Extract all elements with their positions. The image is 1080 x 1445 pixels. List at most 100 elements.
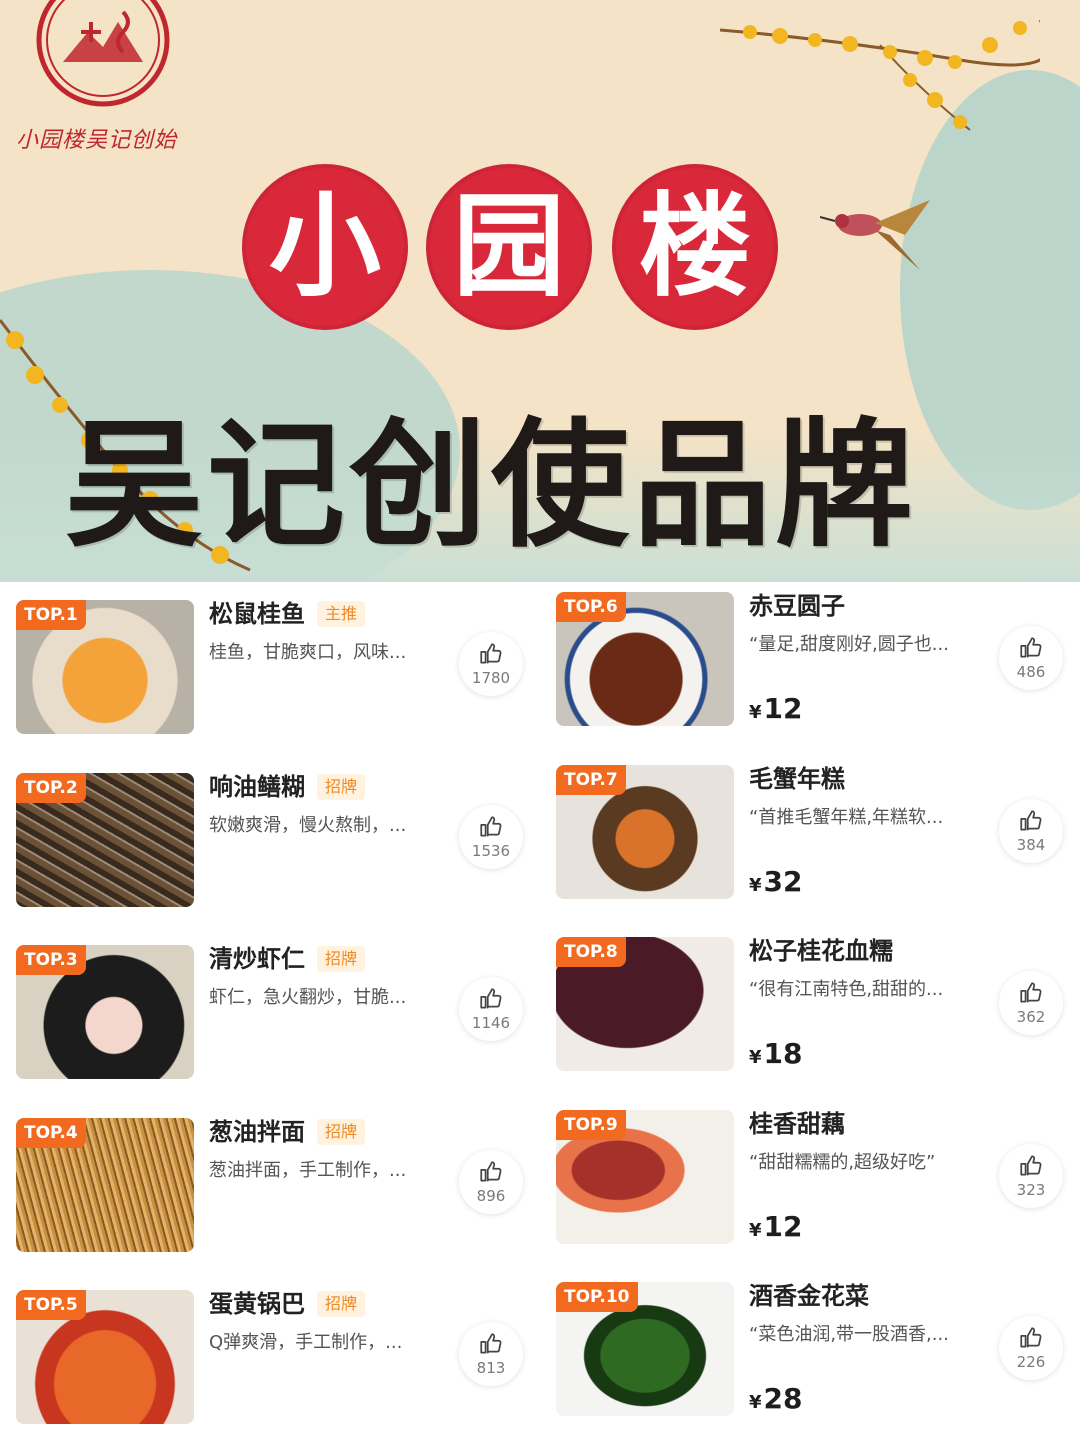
dish-name[interactable]: 蛋黄锅巴 招牌 (209, 1288, 366, 1320)
dish-photo[interactable]: TOP.5 (16, 1290, 194, 1424)
like-button[interactable]: 384 (999, 798, 1063, 863)
seal-caption: 小园楼吴记创始 (16, 128, 178, 153)
dish-photo[interactable]: TOP.1 (16, 600, 194, 734)
dish-name[interactable]: 清炒虾仁 招牌 (209, 943, 366, 975)
dish-description: 软嫩爽滑，慢火熬制，... (209, 814, 407, 836)
thumbs-up-icon (1020, 637, 1042, 658)
thumbs-up-icon (1020, 982, 1042, 1003)
like-count: 226 (1016, 1353, 1046, 1371)
dish-review: “首推毛蟹年糕,年糕软... (749, 806, 944, 828)
dish-item[interactable]: TOP.7 毛蟹年糕 “首推毛蟹年糕,年糕软... ¥32 384 (540, 755, 1080, 928)
like-count: 323 (1016, 1180, 1046, 1199)
rank-badge: TOP.4 (16, 1117, 86, 1148)
like-button[interactable]: 1146 (459, 977, 523, 1041)
dish-item[interactable]: TOP.5 蛋黄锅巴 招牌 Q弹爽滑，手工制作，... 813 (0, 1272, 540, 1445)
rank-badge: TOP.2 (16, 772, 86, 803)
thumbs-up-icon (480, 815, 502, 837)
thumbs-up-icon (480, 1160, 502, 1182)
title-char-3: 楼 (612, 164, 778, 330)
rank-badge: TOP.5 (16, 1290, 86, 1320)
like-count: 384 (1016, 835, 1046, 854)
dish-price: ¥12 (749, 1209, 803, 1243)
dish-name[interactable]: 松子桂花血糯 (749, 935, 893, 967)
like-button[interactable]: 323 (999, 1143, 1063, 1208)
dish-tag: 主推 (317, 601, 366, 627)
dish-item[interactable]: TOP.2 响油鳝糊 招牌 软嫩爽滑，慢火熬制，... 1536 (0, 755, 540, 928)
dish-name[interactable]: 响油鳝糊 招牌 (209, 771, 366, 803)
dish-price: ¥32 (749, 864, 803, 898)
dish-review: “甜甜糯糯的,超级好吃” (749, 1151, 936, 1173)
dish-review: “菜色油润,带一股酒香,... (749, 1324, 949, 1345)
dish-photo[interactable]: TOP.10 (556, 1282, 734, 1416)
thumbs-up-icon (1020, 809, 1042, 831)
thumbs-up-icon (480, 643, 502, 664)
thumbs-up-icon (1020, 1327, 1042, 1348)
dish-item[interactable]: TOP.1 松鼠桂鱼 主推 桂鱼，甘脆爽口，风味... 1780 (0, 582, 540, 755)
banner-subtitle: 吴记创使品牌 (65, 403, 918, 566)
dish-description: 桂鱼，甘脆爽口，风味... (209, 642, 407, 663)
title-char-2: 园 (426, 164, 592, 330)
like-count: 896 (476, 1186, 506, 1205)
dish-item[interactable]: TOP.10 酒香金花菜 “菜色油润,带一股酒香,... ¥28 226 (540, 1272, 1080, 1445)
dish-photo[interactable]: TOP.4 (16, 1117, 194, 1252)
dish-tag: 招牌 (317, 1118, 366, 1145)
dish-price: ¥28 (749, 1382, 803, 1415)
like-count: 486 (1016, 663, 1046, 681)
dish-photo[interactable]: TOP.2 (16, 772, 194, 907)
like-button[interactable]: 1780 (459, 632, 523, 696)
like-count: 1146 (471, 1014, 511, 1032)
like-button[interactable]: 1536 (459, 804, 523, 869)
dish-name[interactable]: 葱油拌面 招牌 (209, 1116, 366, 1148)
like-count: 362 (1016, 1008, 1046, 1026)
dish-item[interactable]: TOP.8 松子桂花血糯 “很有江南特色,甜甜的... ¥18 362 (540, 927, 1080, 1100)
like-button[interactable]: 813 (459, 1322, 523, 1386)
dish-review: “量足,甜度刚好,圆子也... (749, 634, 949, 655)
like-button[interactable]: 226 (999, 1316, 1063, 1380)
dish-item[interactable]: TOP.6 赤豆圆子 “量足,甜度刚好,圆子也... ¥12 486 (540, 582, 1080, 755)
ranking-list-left: TOP.1 松鼠桂鱼 主推 桂鱼，甘脆爽口，风味... 1780 TOP.2 响油… (0, 582, 540, 1439)
dish-name[interactable]: 赤豆圆子 (749, 590, 845, 622)
thumbs-up-icon (1020, 1154, 1042, 1176)
like-count: 1780 (471, 669, 511, 687)
like-count: 1536 (471, 841, 511, 860)
ranking-list-right: TOP.6 赤豆圆子 “量足,甜度刚好,圆子也... ¥12 486 TOP.7… (540, 582, 1080, 1439)
dish-tag: 招牌 (317, 1291, 366, 1317)
dish-name[interactable]: 松鼠桂鱼 主推 (209, 598, 366, 630)
thumbs-up-icon (480, 1333, 502, 1354)
seal-logo-icon (36, 0, 170, 107)
dish-description: 葱油拌面，手工制作，... (209, 1159, 407, 1181)
rank-badge: TOP.7 (556, 764, 626, 795)
dish-description: 虾仁，急火翻炒，甘脆... (209, 987, 407, 1008)
like-count: 813 (476, 1359, 506, 1377)
dish-name[interactable]: 毛蟹年糕 (749, 763, 845, 795)
dish-price: ¥12 (749, 692, 803, 725)
dish-item[interactable]: TOP.9 桂香甜藕 “甜甜糯糯的,超级好吃” ¥12 323 (540, 1100, 1080, 1273)
dish-photo[interactable]: TOP.8 (556, 937, 734, 1071)
dish-tag: 招牌 (317, 773, 366, 800)
flower-branch-icon (720, 20, 1040, 131)
thumbs-up-icon (480, 988, 502, 1009)
hummingbird-icon (820, 200, 930, 270)
like-button[interactable]: 486 (999, 626, 1063, 690)
dish-price: ¥18 (749, 1037, 803, 1070)
brand-banner: 小园楼吴记创始 小 园 楼 吴记创使品牌 (0, 0, 1080, 582)
dish-photo[interactable]: TOP.6 (556, 592, 734, 726)
rank-badge: TOP.6 (556, 592, 626, 622)
dish-tag: 招牌 (317, 946, 366, 972)
rank-badge: TOP.9 (556, 1109, 626, 1140)
dish-name[interactable]: 酒香金花菜 (749, 1280, 869, 1312)
dish-review: “很有江南特色,甜甜的... (749, 979, 944, 1000)
dish-photo[interactable]: TOP.7 (556, 764, 734, 899)
title-char-1: 小 (242, 164, 408, 330)
dish-item[interactable]: TOP.3 清炒虾仁 招牌 虾仁，急火翻炒，甘脆... 1146 (0, 927, 540, 1100)
dish-name[interactable]: 桂香甜藕 (749, 1108, 845, 1140)
rank-badge: TOP.8 (556, 937, 626, 967)
rank-badge: TOP.1 (16, 600, 86, 630)
like-button[interactable]: 896 (459, 1149, 523, 1214)
dish-photo[interactable]: TOP.9 (556, 1109, 734, 1244)
dish-photo[interactable]: TOP.3 (16, 945, 194, 1079)
rank-badge: TOP.10 (556, 1282, 638, 1312)
rank-badge: TOP.3 (16, 945, 86, 975)
like-button[interactable]: 362 (999, 971, 1063, 1035)
dish-item[interactable]: TOP.4 葱油拌面 招牌 葱油拌面，手工制作，... 896 (0, 1100, 540, 1273)
